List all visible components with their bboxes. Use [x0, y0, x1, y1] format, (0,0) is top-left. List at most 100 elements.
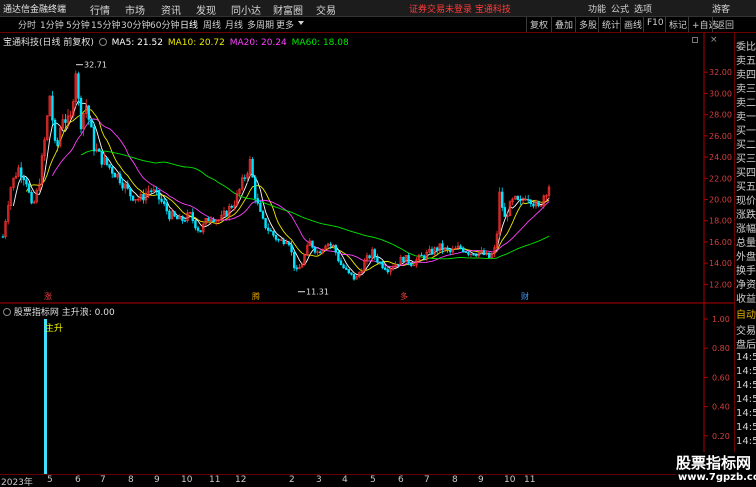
tool-multistock[interactable]: 多股	[575, 17, 600, 32]
tool-overlay[interactable]: 叠加	[551, 17, 576, 32]
candle-body	[287, 241, 291, 246]
candle-body	[199, 230, 202, 233]
more-dropdown-icon[interactable]	[298, 21, 304, 25]
menu-quotes[interactable]: 行情	[90, 2, 110, 17]
watermark-title: 股票指标网	[676, 454, 752, 472]
date-label: 8	[128, 475, 134, 485]
candle-body	[282, 239, 285, 245]
date-label: 8	[452, 475, 458, 485]
candle-body	[292, 251, 296, 269]
period-weekly[interactable]: 周线	[203, 18, 221, 31]
event-marker: 财	[521, 291, 529, 301]
menu-formula[interactable]: 公式	[611, 2, 629, 15]
candle-body	[259, 202, 262, 212]
event-marker: 多	[400, 291, 408, 301]
candle-body	[516, 195, 520, 201]
menu-discover[interactable]: 发现	[196, 2, 216, 17]
period-15min[interactable]: 15分钟	[91, 18, 120, 31]
candle-body	[251, 159, 254, 178]
tool-drawline[interactable]: 画线	[620, 17, 645, 32]
menu-trade[interactable]: 交易	[316, 2, 336, 17]
date-label: 5	[370, 475, 376, 485]
candle-body	[19, 167, 23, 178]
candle-body	[87, 105, 91, 120]
side-panel-item: 14:5	[736, 408, 756, 419]
period-1min[interactable]: 1分钟	[40, 18, 64, 31]
candle-body	[173, 211, 176, 217]
indicator-tick-label: 0.60	[712, 373, 730, 382]
candle-body	[266, 227, 270, 231]
restore-icon[interactable]	[692, 37, 698, 43]
candle-body	[313, 246, 317, 253]
menu-functions[interactable]: 功能	[588, 2, 606, 15]
date-label: 3	[316, 475, 322, 485]
menu-guest[interactable]: 游客	[712, 2, 730, 15]
period-daily[interactable]: 日线	[180, 18, 198, 31]
period-toolbar: 分时 1分钟 5分钟 15分钟 30分钟 60分钟 日线 周线 月线 多周期 更…	[0, 17, 756, 33]
candle-body	[243, 177, 246, 179]
tool-back[interactable]: 返回	[712, 17, 737, 32]
side-panel-item: 14:5	[736, 366, 756, 377]
indicator-tick-label: 1.00	[712, 315, 730, 324]
login-notice[interactable]: 证券交易未登录 宝通科技	[409, 2, 511, 15]
candle-body	[467, 252, 470, 255]
kline-chart[interactable]: 32.71 11.31 涨 腾 多 财 32.00 30.00 28.00 26.00 24.00…	[0, 33, 734, 474]
period-30min[interactable]: 30分钟	[121, 18, 150, 31]
candle-body	[150, 190, 153, 192]
period-5min[interactable]: 5分钟	[66, 18, 90, 31]
candle-body	[212, 219, 215, 223]
candle-body	[378, 261, 382, 264]
candle-body	[196, 227, 200, 231]
watermark: 股票指标网 www.7gpzb.com	[676, 452, 756, 487]
price-tick-label: 14.00	[709, 259, 732, 268]
candle-body	[339, 260, 343, 266]
price-tick-label: 22.00	[709, 174, 732, 183]
indicator-panel: 1.00 0.80 0.60 0.40 0.20	[44, 315, 730, 474]
side-panel-item: 卖一	[736, 112, 756, 123]
period-monthly[interactable]: 月线	[225, 18, 243, 31]
menu-assistant[interactable]: 同小达	[231, 2, 261, 17]
candle-body	[51, 95, 54, 121]
menu-market[interactable]: 市场	[125, 2, 145, 17]
tool-adjust[interactable]: 复权	[526, 17, 551, 32]
close-icon[interactable]: ×	[710, 35, 718, 45]
side-panel-item: 涨幅	[736, 224, 756, 235]
side-panel-item: 14:5	[736, 380, 756, 391]
candle-body	[350, 272, 353, 275]
candle-body	[230, 205, 233, 208]
menu-wealth-circle[interactable]: 财富圈	[273, 2, 303, 17]
tool-f10[interactable]: F10	[643, 17, 667, 32]
ma20-line	[52, 118, 550, 268]
ma60-value: MA60: 18.08	[291, 38, 349, 48]
collapse-icon[interactable]	[3, 308, 11, 316]
candle-body	[334, 245, 337, 253]
candle-body	[420, 254, 423, 257]
period-60min[interactable]: 60分钟	[150, 18, 179, 31]
period-multi[interactable]: 多周期	[247, 18, 274, 31]
candle-body	[435, 247, 439, 252]
candle-body	[474, 254, 478, 257]
side-panel-item: 涨跌	[736, 210, 756, 221]
top-menu-bar: 通达信金融终端 行情 市场 资讯 发现 同小达 财富圈 交易 证券交易未登录 宝…	[0, 0, 756, 17]
menu-options[interactable]: 选项	[634, 2, 652, 15]
period-more[interactable]: 更多	[276, 18, 294, 31]
date-label: 7	[100, 475, 106, 485]
tool-mark[interactable]: 标记	[665, 17, 690, 32]
menu-news[interactable]: 资讯	[161, 2, 181, 17]
period-tick[interactable]: 分时	[18, 18, 36, 31]
side-panel-item: 外盘	[736, 252, 756, 263]
candle-body	[500, 191, 504, 208]
candle-body	[56, 140, 59, 147]
candle-body	[79, 97, 83, 130]
low-price-label: 11.31	[306, 288, 329, 297]
candle-body	[368, 255, 371, 259]
date-label: 2023年	[1, 478, 33, 487]
candle-body	[160, 198, 163, 202]
candle-body	[537, 202, 540, 207]
side-panel-item: 卖五	[736, 56, 756, 67]
collapse-icon[interactable]	[98, 38, 107, 46]
candle-body	[264, 218, 267, 229]
candle-body	[482, 250, 486, 255]
high-price-label: 32.71	[84, 61, 107, 70]
candle-body	[155, 189, 158, 191]
